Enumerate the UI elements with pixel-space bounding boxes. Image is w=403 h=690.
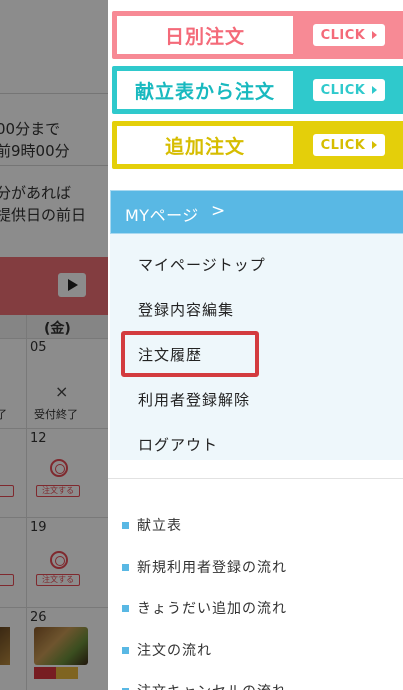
link-label: 新規利用者登録の流れ [137,560,287,576]
additional-order-button[interactable]: 追加注文 CLICK [112,121,403,169]
link-sibling-add-flow[interactable]: きょうだい追加の流れ [122,598,287,618]
menu-item-mypage-top[interactable]: マイページトップ [138,254,266,275]
side-drawer: 日別注文 CLICK 献立表から注文 CLICK 追加注文 CLICK MYペー… [108,0,403,690]
additional-order-label: 追加注文 [115,124,295,166]
link-new-user-flow[interactable]: 新規利用者登録の流れ [122,557,287,577]
link-label: 献立表 [137,518,182,534]
menu-item-order-history[interactable]: 注文履歴 [138,344,202,365]
bullet-icon [122,604,129,612]
menu-item-unregister[interactable]: 利用者登録解除 [138,389,250,410]
menu-order-button[interactable]: 献立表から注文 CLICK [112,66,403,114]
click-badge: CLICK [313,134,385,156]
chevron-right-icon: > [211,201,226,221]
link-cancel-flow[interactable]: 注文キャンセルの流れ [122,681,287,690]
daily-order-label: 日別注文 [115,14,295,56]
click-label: CLICK [320,27,366,43]
menu-item-logout[interactable]: ログアウト [138,434,218,455]
click-label: CLICK [320,137,366,153]
link-label: きょうだい追加の流れ [137,601,287,617]
click-label: CLICK [320,82,366,98]
bullet-icon [122,646,129,654]
arrow-right-icon [372,141,378,149]
daily-order-button[interactable]: 日別注文 CLICK [112,11,403,59]
screen: 00分まで 前9時00分 分があれば 提供日の前日 (金) 05 × 了 受付終… [0,0,403,690]
click-badge: CLICK [313,24,385,46]
link-order-flow[interactable]: 注文の流れ [122,640,212,660]
link-menu-table[interactable]: 献立表 [122,515,182,535]
bullet-icon [122,563,129,571]
link-label: 注文の流れ [137,643,212,659]
mypage-menu: マイページトップ 登録内容編集 注文履歴 利用者登録解除 ログアウト [110,234,403,460]
menu-item-edit-registration[interactable]: 登録内容編集 [138,299,234,320]
arrow-right-icon [372,86,378,94]
bullet-icon [122,521,129,529]
mypage-title: MYページ [125,206,199,225]
mypage-header[interactable]: MYページ > [110,190,403,234]
click-badge: CLICK [313,79,385,101]
link-label: 注文キャンセルの流れ [137,681,287,690]
arrow-right-icon [372,31,378,39]
drawer-divider [108,478,403,479]
menu-order-label: 献立表から注文 [115,69,295,111]
